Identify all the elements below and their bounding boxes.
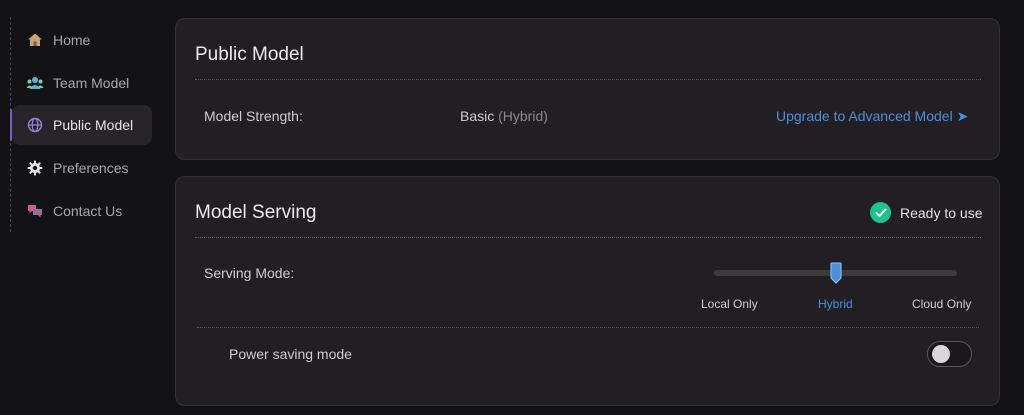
sidebar-item-team-model[interactable]: Team Model	[12, 63, 152, 103]
gear-icon	[26, 159, 44, 177]
sidebar-item-contact-us[interactable]: Contact Us	[12, 191, 152, 231]
sidebar-item-label: Team Model	[53, 75, 130, 91]
divider	[195, 79, 981, 80]
mode-option-hybrid[interactable]: Hybrid	[818, 297, 853, 311]
power-saving-toggle[interactable]	[927, 341, 972, 367]
model-serving-card: Model Serving Ready to use Serving Mode:…	[175, 176, 1000, 406]
sidebar-item-preferences[interactable]: Preferences	[12, 148, 152, 188]
check-icon	[870, 202, 891, 223]
mode-option-local-only[interactable]: Local Only	[701, 297, 758, 311]
chat-bubbles-icon	[26, 202, 44, 220]
model-strength-label: Model Strength:	[204, 108, 303, 124]
upgrade-link[interactable]: Upgrade to Advanced Model ➤	[776, 108, 968, 125]
divider	[197, 327, 979, 328]
status-badge: Ready to use	[870, 202, 983, 223]
model-strength-tier: Basic	[460, 108, 495, 124]
power-saving-label: Power saving mode	[229, 346, 352, 362]
public-model-card: Public Model Model Strength: Basic (Hybr…	[175, 18, 1000, 160]
toggle-knob	[932, 345, 950, 363]
status-text: Ready to use	[900, 204, 983, 221]
mode-option-cloud-only[interactable]: Cloud Only	[912, 297, 971, 311]
sidebar-item-label: Home	[53, 32, 91, 48]
sidebar-item-label: Preferences	[53, 160, 129, 176]
sidebar-item-home[interactable]: Home	[12, 20, 152, 60]
model-serving-title: Model Serving	[195, 202, 317, 223]
model-strength-value: Basic (Hybrid)	[460, 108, 548, 124]
divider	[195, 237, 981, 238]
public-model-title: Public Model	[195, 44, 304, 65]
home-icon	[26, 31, 44, 49]
sidebar: Home Team Model Public Model Preferences…	[0, 0, 160, 415]
serving-mode-slider-thumb[interactable]	[830, 262, 842, 284]
model-strength-qualifier: (Hybrid)	[498, 108, 548, 124]
globe-icon	[26, 116, 44, 134]
serving-mode-label: Serving Mode:	[204, 265, 295, 281]
sidebar-item-label: Contact Us	[53, 203, 123, 219]
sidebar-item-label: Public Model	[53, 117, 134, 133]
team-icon	[26, 74, 44, 92]
sidebar-item-public-model[interactable]: Public Model	[10, 105, 152, 145]
